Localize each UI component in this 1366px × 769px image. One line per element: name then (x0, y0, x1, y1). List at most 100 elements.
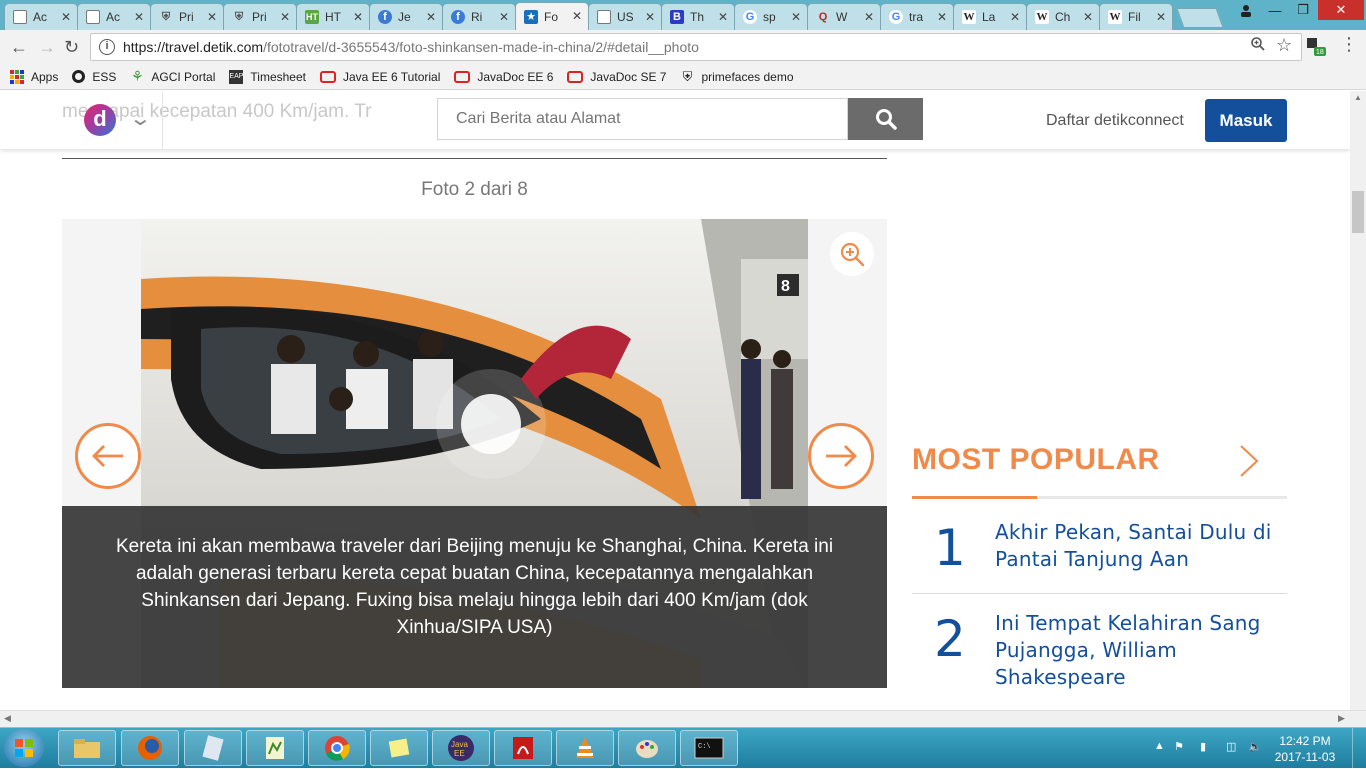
close-tab-icon[interactable]: ✕ (207, 10, 217, 24)
close-tab-icon[interactable]: ✕ (791, 10, 801, 24)
menu-kebab-icon[interactable]: ⋮ (1340, 34, 1358, 55)
close-tab-icon[interactable]: ✕ (426, 10, 436, 24)
forward-arrow-icon[interactable]: → (38, 37, 56, 58)
maximize-button[interactable]: ❐ (1290, 0, 1316, 20)
vertical-scroll-thumb[interactable] (1352, 191, 1364, 233)
horizontal-scrollbar[interactable]: ◀ ▶ (0, 710, 1366, 727)
search-input[interactable] (437, 98, 848, 140)
action-center-icon[interactable]: ⚑ (1174, 740, 1184, 753)
acrobat-button[interactable] (494, 730, 552, 766)
register-link[interactable]: Daftar detikconnect (1046, 112, 1184, 130)
search-button[interactable] (848, 98, 923, 140)
tab-title: W (836, 10, 848, 24)
popular-title[interactable]: Akhir Pekan, Santai Dulu di Pantai Tanju… (995, 519, 1285, 573)
browser-tab[interactable]: Gsp ✕ (734, 3, 808, 30)
close-tab-icon[interactable]: ✕ (1010, 10, 1020, 24)
popular-item[interactable]: 1 Akhir Pekan, Santai Dulu di Pantai Tan… (912, 519, 1287, 591)
bookmark-item[interactable]: EAP Timesheet (229, 69, 306, 84)
scroll-right-arrow-icon[interactable]: ▶ (1338, 713, 1345, 724)
bookmark-item[interactable]: Apps (10, 69, 58, 84)
browser-tab[interactable]: ⛨ Pri ✕ (223, 3, 297, 30)
address-bar[interactable]: i https://travel.detik.com/fototravel/d-… (90, 33, 1302, 61)
bookmark-item[interactable]: JavaDoc SE 7 (567, 70, 666, 84)
tab-title: Je (398, 10, 411, 24)
most-popular-more-button[interactable] (1238, 443, 1260, 484)
zoom-page-icon[interactable] (1250, 36, 1266, 57)
browser-tab[interactable]: W La ✕ (953, 3, 1027, 30)
next-photo-button[interactable] (808, 423, 874, 489)
close-tab-icon[interactable]: ✕ (499, 10, 509, 24)
close-tab-icon[interactable]: ✕ (1083, 10, 1093, 24)
firefox-button[interactable] (121, 730, 179, 766)
zoom-in-button[interactable] (830, 232, 874, 276)
browser-tab[interactable]: W Ch ✕ (1026, 3, 1100, 30)
close-tab-icon[interactable]: ✕ (1156, 10, 1166, 24)
info-icon[interactable]: i (99, 39, 115, 55)
system-clock[interactable]: 12:42 PM 2017-11-03 (1270, 733, 1340, 765)
bookmark-item[interactable]: Java EE 6 Tutorial (319, 70, 440, 84)
browser-tab[interactable]: HT HT ✕ (296, 3, 370, 30)
extension-icon[interactable]: 18 (1306, 36, 1328, 63)
vlc-button[interactable] (556, 730, 614, 766)
detik-logo[interactable]: d (84, 104, 116, 136)
browser-tab[interactable]: W Fil ✕ (1099, 3, 1173, 30)
notepad-plus-button[interactable] (246, 730, 304, 766)
sticky-notes-button[interactable] (370, 730, 428, 766)
close-tab-icon[interactable]: ✕ (134, 10, 144, 24)
paint-button[interactable] (618, 730, 676, 766)
scroll-up-arrow-icon[interactable]: ▲ (1354, 93, 1362, 102)
wikipedia-icon: W (962, 10, 976, 24)
browser-tab[interactable]: ★ Fo ✕ (515, 2, 589, 30)
close-tab-icon[interactable]: ✕ (864, 10, 874, 24)
close-window-button[interactable]: ✕ (1318, 0, 1364, 20)
show-hidden-icons[interactable]: ▲ (1154, 740, 1165, 752)
battery-icon[interactable]: ▮ (1200, 740, 1206, 753)
network-icon[interactable]: ◫ (1226, 740, 1236, 753)
popular-item[interactable]: 2 Ini Tempat Kelahiran Sang Pujangga, Wi… (912, 610, 1287, 710)
java-ee-ide-button[interactable]: Java EE (432, 730, 490, 766)
browser-tab[interactable]: ⛨ Pri ✕ (150, 3, 224, 30)
close-tab-icon[interactable]: ✕ (718, 10, 728, 24)
close-tab-icon[interactable]: ✕ (280, 10, 290, 24)
browser-tab[interactable]: Q W ✕ (807, 3, 881, 30)
bookmark-star-icon[interactable]: ☆ (1276, 35, 1292, 56)
previous-photo-button[interactable] (75, 423, 141, 489)
profile-icon[interactable] (1232, 0, 1260, 20)
bookmark-item[interactable]: ESS (72, 70, 116, 84)
close-tab-icon[interactable]: ✕ (645, 10, 655, 24)
url-host: https://travel.detik.com (123, 39, 264, 55)
bookmark-item[interactable]: ⛨ primefaces demo (680, 69, 794, 84)
login-button[interactable]: Masuk (1205, 99, 1287, 142)
bookmark-item[interactable]: ⚘ AGCI Portal (130, 68, 215, 84)
browser-tab[interactable]: Ac ✕ (4, 3, 78, 30)
popular-title[interactable]: Ini Tempat Kelahiran Sang Pujangga, Will… (995, 610, 1285, 691)
close-tab-icon[interactable]: ✕ (937, 10, 947, 24)
minimize-button[interactable]: — (1262, 0, 1288, 20)
bookmark-item[interactable]: JavaDoc EE 6 (454, 70, 553, 84)
file-explorer-button[interactable] (58, 730, 116, 766)
start-button[interactable] (4, 729, 44, 767)
browser-tab[interactable]: US ✕ (588, 3, 662, 30)
photo-caption: Kereta ini akan membawa traveler dari Be… (62, 506, 887, 688)
browser-tab[interactable]: f Ri ✕ (442, 3, 516, 30)
chrome-button[interactable] (308, 730, 366, 766)
vertical-scrollbar[interactable]: ▲ (1350, 91, 1366, 710)
reload-icon[interactable]: ↻ (64, 37, 79, 58)
scroll-left-arrow-icon[interactable]: ◀ (4, 713, 11, 724)
new-tab-button[interactable] (1176, 8, 1224, 28)
volume-icon[interactable]: 🔈 (1248, 740, 1262, 753)
close-tab-icon[interactable]: ✕ (61, 10, 71, 24)
browser-tab[interactable]: f Je ✕ (369, 3, 443, 30)
photo-counter: Foto 2 dari 8 (421, 179, 528, 200)
close-tab-icon[interactable]: ✕ (572, 9, 582, 23)
command-prompt-button[interactable]: C:\ (680, 730, 738, 766)
browser-tab[interactable]: B Th ✕ (661, 3, 735, 30)
close-tab-icon[interactable]: ✕ (353, 10, 363, 24)
browser-tab[interactable]: Gtra ✕ (880, 3, 954, 30)
back-arrow-icon[interactable]: ← (10, 37, 28, 58)
browser-tab[interactable]: Ac ✕ (77, 3, 151, 30)
arrow-right-icon (826, 445, 857, 467)
show-desktop-button[interactable] (1352, 728, 1366, 769)
chevron-down-icon[interactable]: ⌄ (129, 106, 152, 131)
notepad-button[interactable] (184, 730, 242, 766)
